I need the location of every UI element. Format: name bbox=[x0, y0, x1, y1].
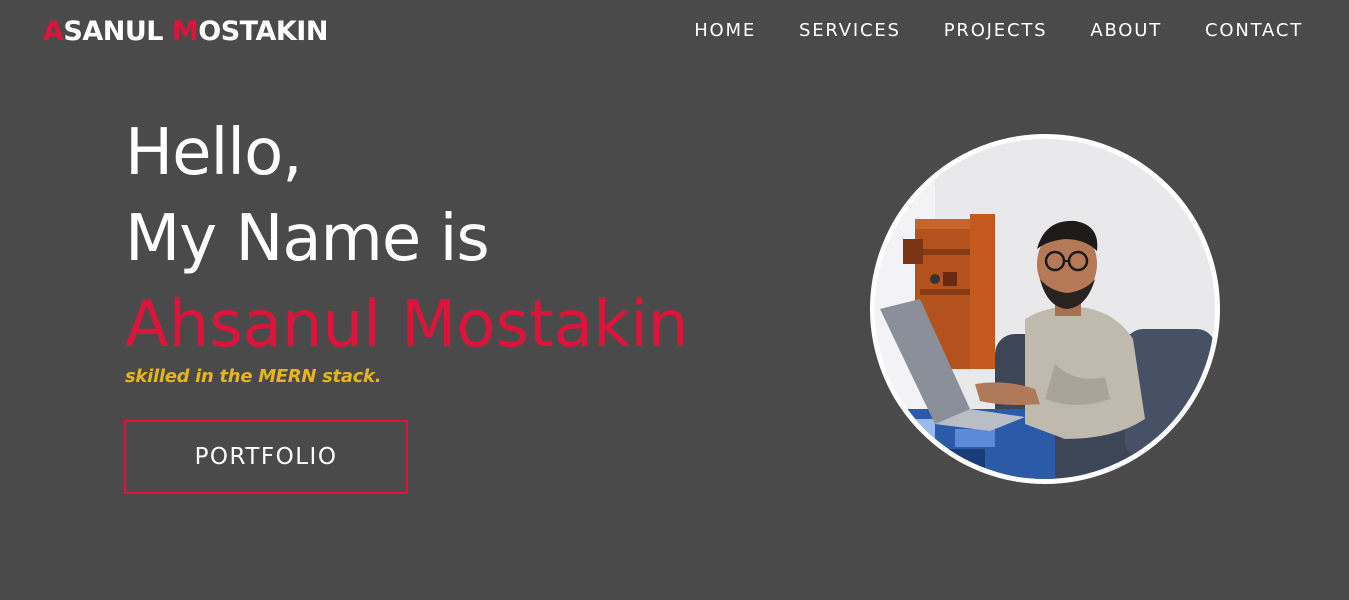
portfolio-button[interactable]: PORTFOLIO bbox=[124, 420, 408, 494]
logo-text: SANUL bbox=[63, 16, 172, 47]
hero-greeting: Hello, bbox=[125, 116, 303, 190]
logo-text: OSTAKIN bbox=[198, 16, 328, 47]
site-logo[interactable]: ASANUL MOSTAKIN bbox=[43, 16, 328, 47]
profile-photo bbox=[870, 134, 1220, 484]
hero-heading: Hello, My Name is Ahsanul Mostakin bbox=[125, 110, 689, 368]
hero-name: Ahsanul Mostakin bbox=[125, 288, 689, 362]
logo-accent-letter: M bbox=[171, 16, 199, 47]
nav-contact[interactable]: CONTACT bbox=[1205, 20, 1303, 41]
hero-intro: My Name is bbox=[125, 202, 490, 276]
nav-projects[interactable]: PROJECTS bbox=[944, 20, 1048, 41]
nav-home[interactable]: HOME bbox=[694, 20, 756, 41]
logo-accent-letter: A bbox=[43, 16, 64, 47]
page: ASANUL MOSTAKIN HOME SERVICES PROJECTS A… bbox=[0, 0, 1349, 600]
main-nav: HOME SERVICES PROJECTS ABOUT CONTACT bbox=[694, 20, 1303, 41]
nav-services[interactable]: SERVICES bbox=[799, 20, 901, 41]
hero-tagline: skilled in the MERN stack. bbox=[125, 366, 382, 387]
profile-photo-illustration bbox=[875, 139, 1215, 479]
nav-about[interactable]: ABOUT bbox=[1090, 20, 1162, 41]
